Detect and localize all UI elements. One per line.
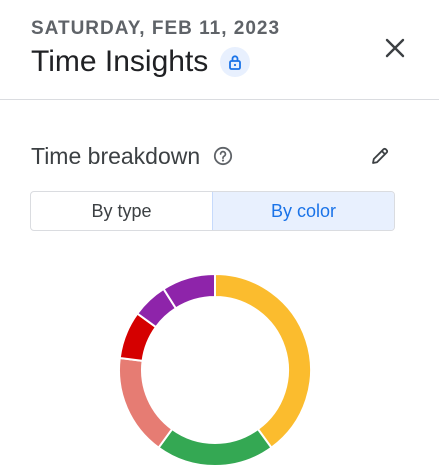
view-toggle: By type By color [30, 191, 395, 231]
donut-slice-2[interactable] [118, 356, 174, 450]
panel-header: SATURDAY, FEB 11, 2023 Time Insights [0, 0, 439, 100]
donut-slice-0[interactable] [214, 272, 312, 450]
close-icon [385, 38, 405, 58]
close-button[interactable] [380, 33, 410, 63]
time-breakdown-chart [110, 260, 320, 470]
title-row: Time Insights [31, 45, 251, 79]
edit-button[interactable] [364, 140, 396, 172]
section-title: Time breakdown [31, 142, 201, 169]
panel-title: Time Insights [31, 45, 209, 78]
donut-chart [118, 272, 312, 467]
pencil-icon [372, 147, 389, 164]
time-breakdown-header: Time breakdown [31, 140, 396, 172]
toggle-by-type[interactable]: By type [31, 192, 212, 230]
donut-slice-1[interactable] [157, 427, 273, 467]
toggle-by-color[interactable]: By color [212, 192, 394, 230]
date-label: SATURDAY, FEB 11, 2023 [31, 18, 281, 39]
help-circle-icon[interactable] [212, 145, 234, 167]
time-insights-panel: SATURDAY, FEB 11, 2023 Time Insights Tim… [0, 0, 439, 474]
lock-icon [220, 47, 251, 77]
